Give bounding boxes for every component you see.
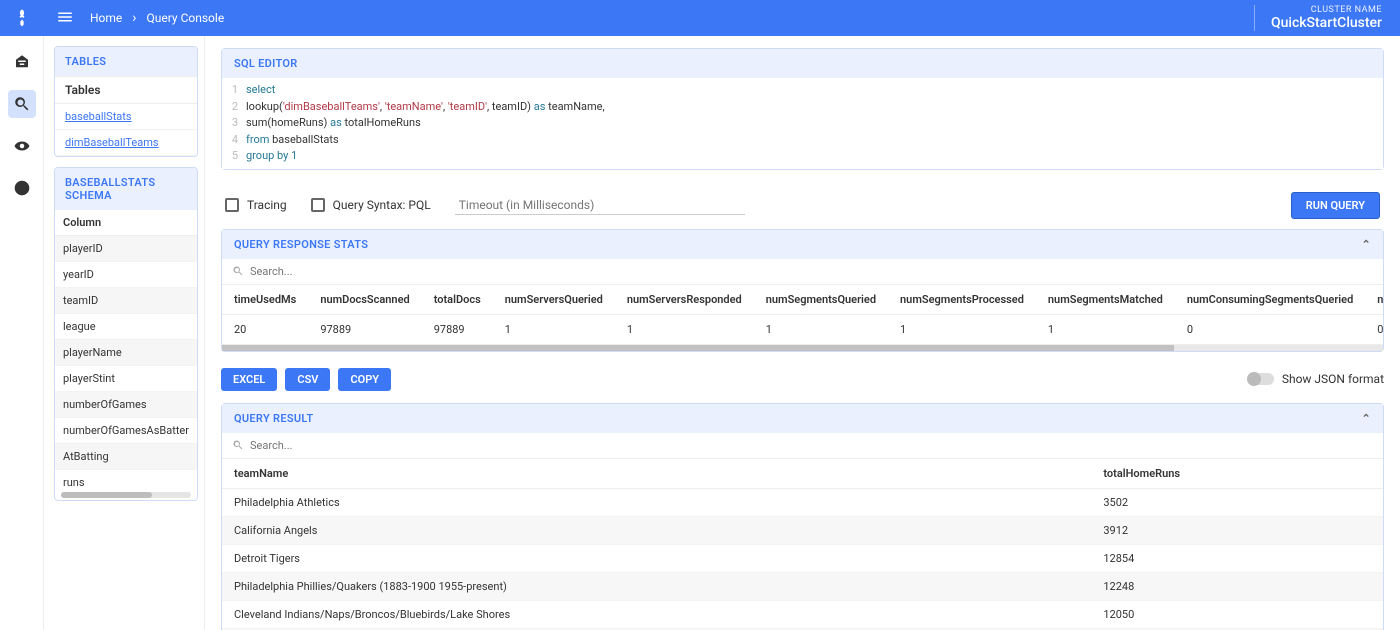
result-header: QUERY RESULT <box>234 412 313 425</box>
search-icon <box>232 439 244 451</box>
copy-button[interactable]: COPY <box>338 368 391 391</box>
stats-col[interactable]: numConsumingSegmentsQueried <box>1175 285 1365 315</box>
run-query-button[interactable]: RUN QUERY <box>1291 192 1380 219</box>
table-row: Philadelphia Athletics3502 <box>222 488 1383 516</box>
chevron-right-icon: › <box>132 10 136 26</box>
menu-icon[interactable] <box>56 8 74 29</box>
stats-search-input[interactable] <box>250 265 1373 278</box>
query-controls: Tracing Query Syntax: PQL RUN QUERY <box>221 182 1384 229</box>
stats-search <box>222 259 1383 285</box>
stats-header: QUERY RESPONSE STATS <box>234 238 368 251</box>
stats-col[interactable]: numServersResponded <box>615 285 754 315</box>
timeout-input[interactable] <box>455 196 745 215</box>
table-row: runsINT <box>55 470 197 491</box>
csv-button[interactable]: CSV <box>285 368 330 391</box>
result-card: QUERY RESULT ⌃ teamNametotalHomeRuns Phi… <box>221 403 1384 630</box>
result-table-wrap[interactable]: teamNametotalHomeRuns Philadelphia Athle… <box>222 459 1383 630</box>
table-row: numberOfGamesINT <box>55 392 197 418</box>
breadcrumb: Home › Query Console <box>90 10 224 26</box>
checkbox-icon <box>225 198 239 212</box>
left-sidebar: TABLES Tables baseballStatsdimBaseballTe… <box>44 36 204 630</box>
schema-header: BASEBALLSTATS SCHEMA <box>55 168 197 210</box>
sql-editor[interactable]: 1select2 lookup('dimBaseballTeams', 'tea… <box>222 78 1383 169</box>
table-row: Cleveland Indians/Naps/Broncos/Bluebirds… <box>222 600 1383 628</box>
collapse-icon[interactable]: ⌃ <box>1361 412 1371 425</box>
json-toggle-label: Show JSON format <box>1282 372 1384 386</box>
tracing-label: Tracing <box>247 198 287 212</box>
icon-sidebar <box>0 36 44 630</box>
stats-table-wrap[interactable]: timeUsedMsnumDocsScannedtotalDocsnumServ… <box>222 285 1383 345</box>
table-row: Detroit Tigers12854 <box>222 544 1383 572</box>
cluster-name: QuickStartCluster <box>1271 15 1382 31</box>
table-row: teamIDSTR <box>55 288 197 314</box>
stats-col[interactable]: numDocsScanned <box>308 285 421 315</box>
table-row: playerStintINT <box>55 366 197 392</box>
table-link[interactable]: baseballStats <box>55 104 197 130</box>
nav-icon-3[interactable] <box>8 132 36 160</box>
stats-col[interactable]: timeUsedMs <box>222 285 308 315</box>
app-logo <box>12 8 32 28</box>
stats-col[interactable]: numEntriesScannedInFilter <box>1365 285 1383 315</box>
nav-icon-1[interactable] <box>8 48 36 76</box>
stats-card: QUERY RESPONSE STATS ⌃ timeUsedMsnumDocs… <box>221 229 1384 352</box>
table-row: playerIDSTR <box>55 236 197 262</box>
breadcrumb-page[interactable]: Query Console <box>147 11 225 25</box>
main-content: SQL EDITOR 1select2 lookup('dimBaseballT… <box>204 36 1400 630</box>
table-row: Philadelphia Phillies/Quakers (1883-1900… <box>222 572 1383 600</box>
schema-col-column[interactable]: Column <box>55 210 197 236</box>
result-col[interactable]: teamName <box>222 459 1091 489</box>
syntax-label: Query Syntax: PQL <box>333 198 431 212</box>
checkbox-icon <box>311 198 325 212</box>
stats-col[interactable]: totalDocs <box>422 285 493 315</box>
stats-col[interactable]: numServersQueried <box>493 285 615 315</box>
toggle-switch-icon <box>1248 373 1274 385</box>
table-row: leagueSTR <box>55 314 197 340</box>
collapse-icon[interactable]: ⌃ <box>1361 238 1371 251</box>
stats-scrollbar[interactable] <box>222 345 1383 351</box>
sql-editor-card: SQL EDITOR 1select2 lookup('dimBaseballT… <box>221 48 1384 170</box>
table-row: 2097889978891111100195778false <box>222 314 1383 344</box>
table-row: yearIDINT <box>55 262 197 288</box>
schema-panel: BASEBALLSTATS SCHEMA Column Type playerI… <box>54 167 198 501</box>
tables-panel: TABLES Tables baseballStatsdimBaseballTe… <box>54 46 198 157</box>
stats-col[interactable]: numSegmentsQueried <box>754 285 888 315</box>
syntax-checkbox[interactable]: Query Syntax: PQL <box>311 198 431 212</box>
result-col[interactable]: totalHomeRuns <box>1091 459 1383 489</box>
breadcrumb-home[interactable]: Home <box>90 11 122 25</box>
sql-editor-header: SQL EDITOR <box>222 49 1383 78</box>
cluster-info: CLUSTER NAME QuickStartCluster <box>1254 5 1388 31</box>
cluster-label: CLUSTER NAME <box>1271 5 1382 15</box>
app-header: Home › Query Console CLUSTER NAME QuickS… <box>0 0 1400 36</box>
table-link[interactable]: dimBaseballTeams <box>55 130 197 156</box>
nav-icon-query[interactable] <box>8 90 36 118</box>
tables-header: TABLES <box>55 47 197 76</box>
nav-icon-4[interactable] <box>8 174 36 202</box>
table-row: AtBattingINT <box>55 444 197 470</box>
table-row: numberOfGamesAsBatterINT <box>55 418 197 444</box>
stats-col[interactable]: numSegmentsProcessed <box>888 285 1036 315</box>
result-search <box>222 433 1383 459</box>
schema-table-wrap[interactable]: Column Type playerIDSTRyearIDINTteamIDST… <box>55 210 197 490</box>
export-row: EXCEL CSV COPY Show JSON format <box>221 364 1384 403</box>
stats-col[interactable]: numSegmentsMatched <box>1036 285 1175 315</box>
schema-scrollbar[interactable] <box>61 492 191 498</box>
tracing-checkbox[interactable]: Tracing <box>225 198 287 212</box>
excel-button[interactable]: EXCEL <box>221 368 277 391</box>
result-search-input[interactable] <box>250 439 1373 452</box>
tables-subheader: Tables <box>55 76 197 104</box>
json-toggle[interactable]: Show JSON format <box>1248 372 1384 386</box>
search-icon <box>232 265 244 277</box>
table-row: playerNameSTR <box>55 340 197 366</box>
table-row: California Angels3912 <box>222 516 1383 544</box>
